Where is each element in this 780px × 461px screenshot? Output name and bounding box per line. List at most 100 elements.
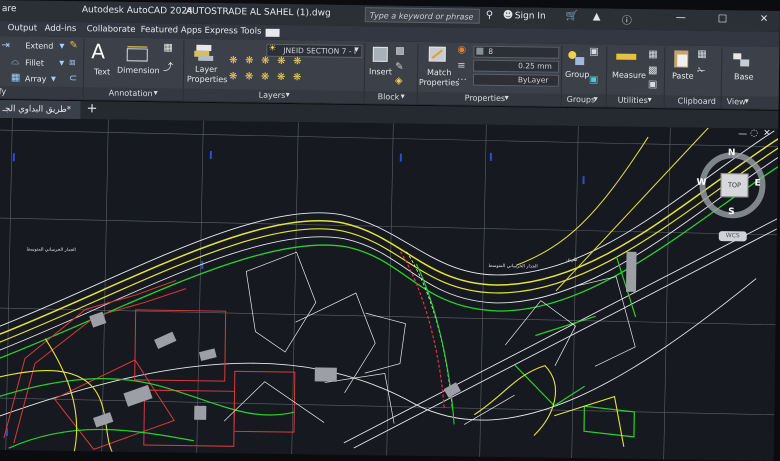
- extend-button[interactable]: Extend: [25, 41, 53, 50]
- sign-in-link[interactable]: Sign In: [515, 11, 546, 21]
- compass-north[interactable]: N: [728, 148, 736, 158]
- create-block-icon[interactable]: ▩: [395, 46, 405, 57]
- layer-tool-icon[interactable]: ❋: [261, 56, 270, 67]
- minimize-icon[interactable]: —: [676, 12, 686, 23]
- layer-tool-icon[interactable]: ❋: [245, 71, 254, 82]
- annotation-panel-label[interactable]: Annotation: [109, 89, 153, 99]
- search-icon[interactable]: ⚲: [486, 10, 493, 21]
- attribute-icon[interactable]: ◈: [395, 76, 403, 87]
- lineweight-dropdown[interactable]: 0.25 mm: [473, 60, 559, 73]
- search-input[interactable]: Type a keyword or phrase: [365, 7, 480, 24]
- cart-icon[interactable]: 🛒: [566, 11, 579, 22]
- a360-icon[interactable]: ▲: [593, 11, 601, 22]
- restore-viewport-icon[interactable]: ◌: [750, 128, 758, 138]
- compass-south[interactable]: S: [728, 207, 735, 217]
- tab-collaborate[interactable]: Collaborate: [87, 24, 136, 35]
- text-button[interactable]: Text: [94, 67, 110, 76]
- layer-tool-icon[interactable]: ❋: [277, 72, 286, 83]
- match-properties-label-1[interactable]: Match: [427, 68, 452, 77]
- chevron-down-icon[interactable]: ▾: [648, 95, 652, 104]
- tab-output[interactable]: Output: [8, 23, 38, 33]
- restore-icon[interactable]: □: [718, 13, 728, 24]
- chevron-down-icon[interactable]: ▾: [59, 58, 64, 69]
- layer-tool-icon[interactable]: ❋: [229, 71, 238, 82]
- wcs-menu[interactable]: WCS: [719, 231, 747, 241]
- chevron-down-icon[interactable]: ▾: [401, 92, 405, 101]
- measure-icon[interactable]: [615, 51, 637, 65]
- modify-panel-label[interactable]: fy: [0, 87, 6, 96]
- layer-properties-icon[interactable]: [193, 43, 215, 63]
- match-properties-label-2[interactable]: Properties: [419, 78, 460, 88]
- measure-button[interactable]: Measure: [612, 71, 646, 80]
- edit-block-icon[interactable]: ✎: [395, 62, 404, 73]
- tab-express-tools[interactable]: Express Tools: [205, 26, 262, 37]
- compass-west[interactable]: W: [696, 178, 706, 188]
- insert-icon[interactable]: [371, 45, 391, 63]
- insert-button[interactable]: Insert: [369, 67, 392, 76]
- workspace-icon[interactable]: [266, 29, 280, 37]
- paste-icon[interactable]: [671, 47, 691, 69]
- dimension-button[interactable]: Dimension: [117, 66, 160, 76]
- eraser-icon[interactable]: ✎: [69, 40, 78, 51]
- calculator-icon[interactable]: ▩: [648, 65, 658, 76]
- properties-panel-label[interactable]: Properties: [465, 93, 506, 103]
- close-icon[interactable]: ✕: [760, 14, 769, 25]
- group-icon[interactable]: [565, 48, 587, 68]
- array-button[interactable]: Array: [25, 74, 47, 83]
- user-icon[interactable]: ☻: [503, 10, 514, 21]
- tab-featured-apps[interactable]: Featured Apps: [141, 25, 202, 36]
- base-button[interactable]: Base: [734, 72, 754, 81]
- fillet-button[interactable]: Fillet: [25, 58, 44, 67]
- group-select-icon[interactable]: ▣: [589, 74, 599, 85]
- select-all-icon[interactable]: ▣: [648, 79, 658, 90]
- chevron-down-icon[interactable]: ▾: [51, 74, 56, 85]
- groups-panel-label[interactable]: Groups: [567, 95, 596, 104]
- dimension-icon[interactable]: [125, 44, 149, 64]
- layer-properties-label-2[interactable]: Properties: [187, 75, 228, 85]
- document-tab[interactable]: طريق البداوي الجـ*: [0, 100, 81, 119]
- chevron-down-icon[interactable]: ▾: [59, 41, 64, 52]
- layer-tool-icon[interactable]: ❋: [293, 56, 302, 67]
- minimize-viewport-icon[interactable]: —: [738, 129, 747, 139]
- close-viewport-icon[interactable]: ✕: [763, 129, 771, 139]
- help-icon[interactable]: ⓘ: [622, 12, 632, 27]
- base-view-icon[interactable]: [731, 50, 751, 68]
- copy-icon[interactable]: ▦: [697, 49, 707, 60]
- layer-tool-icon[interactable]: ❋: [293, 72, 302, 83]
- cut-icon[interactable]: ✁: [697, 66, 706, 77]
- text-icon[interactable]: A: [91, 39, 105, 63]
- compass-east[interactable]: E: [754, 179, 760, 189]
- match-properties-icon[interactable]: [427, 44, 449, 66]
- paste-button[interactable]: Paste: [672, 71, 694, 80]
- offset-icon[interactable]: ⧈: [69, 57, 76, 68]
- group-button[interactable]: Group: [565, 70, 589, 79]
- join-icon[interactable]: ⊂: [69, 73, 78, 84]
- layer-properties-label-1[interactable]: Layer: [195, 65, 217, 74]
- chevron-down-icon[interactable]: ▾: [354, 45, 359, 55]
- table-icon[interactable]: ▦: [163, 42, 173, 53]
- title-fragment: are: [2, 4, 17, 14]
- leader-icon[interactable]: ⤴: [163, 58, 173, 73]
- chevron-down-icon[interactable]: ▾: [154, 88, 158, 97]
- layer-tool-icon[interactable]: ❋: [277, 56, 286, 67]
- linetype-dropdown[interactable]: ByLayer: [473, 74, 559, 87]
- block-panel-label[interactable]: Block: [378, 92, 400, 101]
- ungroup-icon[interactable]: ▣: [589, 46, 599, 57]
- utilities-panel-label[interactable]: Utilities: [618, 96, 648, 105]
- new-tab-button[interactable]: +: [86, 101, 97, 116]
- viewcube-top[interactable]: TOP: [720, 173, 748, 197]
- clipboard-panel-label[interactable]: Clipboard: [678, 96, 716, 106]
- layers-panel-label[interactable]: Layers: [259, 91, 286, 100]
- chevron-down-icon[interactable]: ▾: [286, 90, 290, 99]
- chevron-down-icon[interactable]: ▾: [505, 93, 509, 102]
- drawing-svg[interactable]: الجدار الخرساني المتوسط الجدار الخرساني …: [0, 118, 780, 461]
- layer-tool-icon[interactable]: ❋: [245, 55, 254, 66]
- chevron-down-icon[interactable]: ▾: [594, 94, 598, 103]
- layer-tool-icon[interactable]: ❋: [261, 72, 270, 83]
- view-panel-label[interactable]: View: [727, 97, 746, 106]
- tab-add-ins[interactable]: Add-ins: [45, 24, 77, 34]
- layer-tool-icon[interactable]: ❋: [229, 55, 238, 66]
- chevron-down-icon[interactable]: ▾: [745, 96, 749, 105]
- utility-icon[interactable]: ▦: [648, 49, 658, 60]
- color-dropdown[interactable]: 8: [473, 46, 559, 59]
